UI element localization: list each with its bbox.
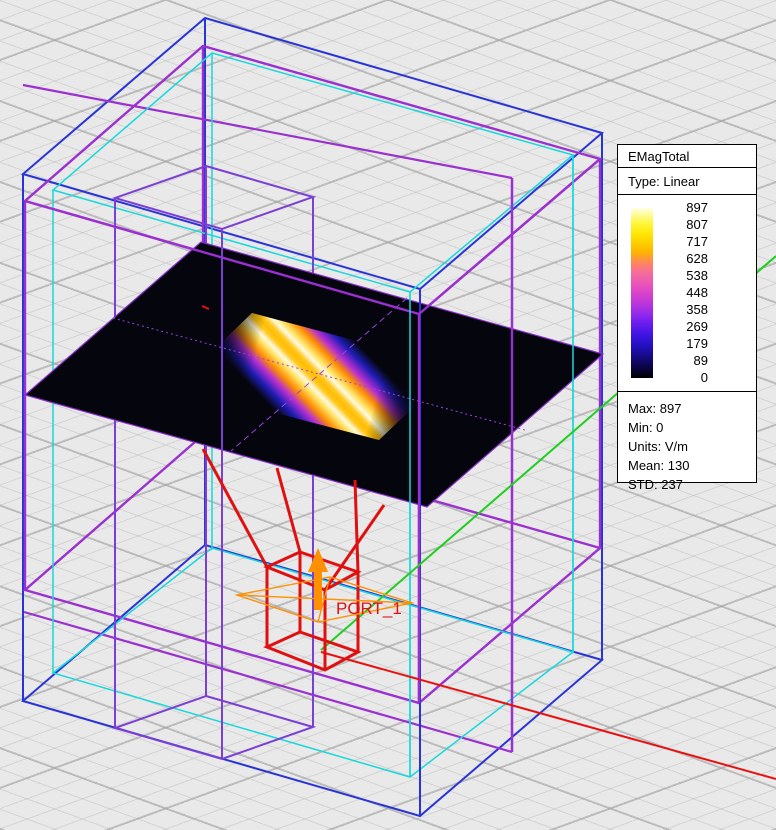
stat-mean: Mean: 130 xyxy=(628,456,756,475)
stat-units: Units: V/m xyxy=(628,437,756,456)
scale-value: 358 xyxy=(648,302,708,318)
field-plane[interactable] xyxy=(25,242,603,507)
port-label: PORT_1 xyxy=(336,599,402,618)
3d-modeler-viewport[interactable]: PORT_1 EMagTotal Type: Linear 897 807 71… xyxy=(0,0,776,830)
scale-value: 717 xyxy=(648,234,708,250)
legend-scale-type: Type: Linear xyxy=(618,168,756,195)
scale-value: 448 xyxy=(648,285,708,301)
scale-value: 89 xyxy=(648,353,708,369)
legend-colorbar-section: 897 807 717 628 538 448 358 269 179 89 0 xyxy=(618,195,756,392)
legend-statistics: Max: 897 Min: 0 Units: V/m Mean: 130 STD… xyxy=(618,392,756,494)
scale-value: 179 xyxy=(648,336,708,352)
legend-title: EMagTotal xyxy=(618,145,756,168)
scale-value: 269 xyxy=(648,319,708,335)
scale-value: 628 xyxy=(648,251,708,267)
stat-min: Min: 0 xyxy=(628,418,756,437)
stat-max: Max: 897 xyxy=(628,399,756,418)
scale-value: 807 xyxy=(648,217,708,233)
scale-value: 0 xyxy=(648,370,708,386)
scale-value: 538 xyxy=(648,268,708,284)
field-legend-panel[interactable]: EMagTotal Type: Linear 897 807 717 628 5… xyxy=(617,144,757,483)
scale-value: 897 xyxy=(648,200,708,216)
stat-std: STD: 237 xyxy=(628,475,756,494)
